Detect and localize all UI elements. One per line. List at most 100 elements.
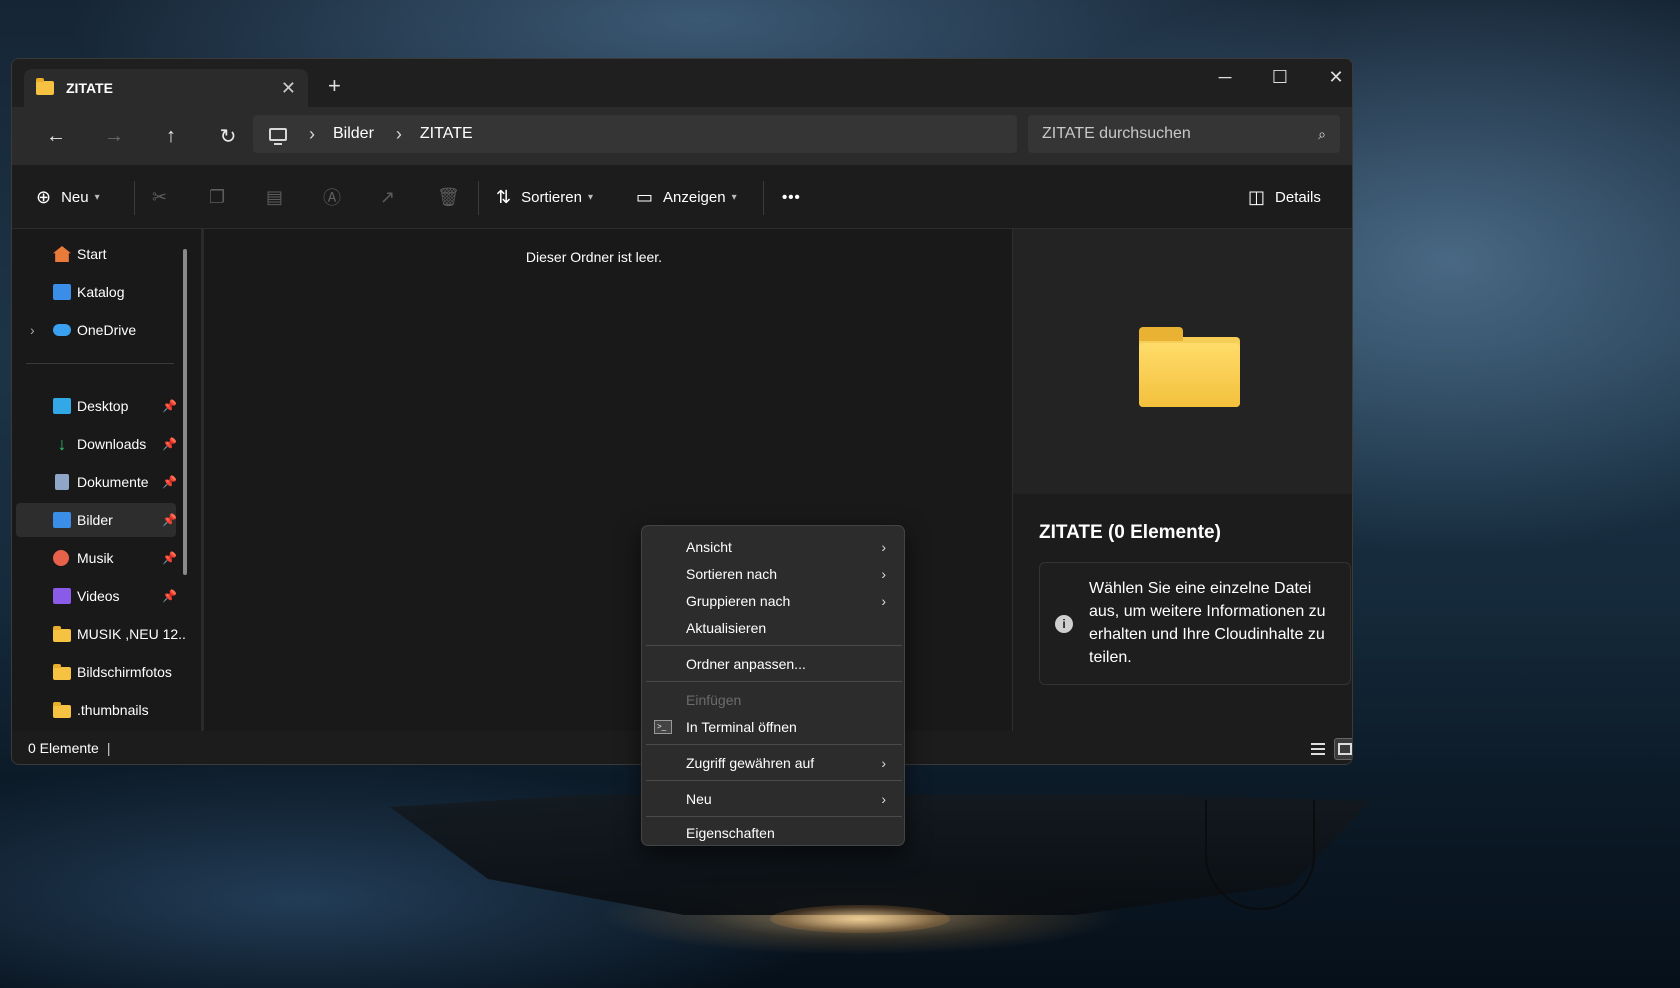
menu-item-neu[interactable]: Neu › bbox=[646, 785, 900, 812]
search-input[interactable]: ZITATE durchsuchen ⌕ bbox=[1028, 115, 1340, 153]
pin-icon: 📌 bbox=[162, 437, 177, 451]
sidebar-item-bilder[interactable]: Bilder 📌 bbox=[16, 503, 177, 537]
menu-item-label: Aktualisieren bbox=[686, 619, 767, 636]
more-options-button[interactable]: ••• bbox=[782, 181, 801, 213]
sidebar-item-katalog[interactable]: Katalog bbox=[16, 275, 176, 309]
desktop-icon bbox=[53, 398, 71, 414]
sidebar-item-desktop[interactable]: Desktop 📌 bbox=[16, 389, 177, 423]
menu-divider bbox=[646, 681, 902, 682]
chevron-down-icon: ▾ bbox=[94, 191, 100, 203]
context-menu: Ansicht › Sortieren nach › Gruppieren na… bbox=[641, 525, 905, 846]
sort-button[interactable]: ⇅ Sortieren ▾ bbox=[496, 181, 593, 213]
toolbar-divider bbox=[134, 181, 135, 215]
sidebar-scrollbar[interactable] bbox=[183, 249, 187, 575]
menu-divider bbox=[646, 645, 902, 646]
folder-icon bbox=[53, 664, 71, 680]
sidebar-item-label: .thumbnails bbox=[77, 702, 149, 718]
breadcrumb-separator[interactable]: › bbox=[396, 124, 402, 145]
menu-divider bbox=[646, 744, 902, 745]
background-glow bbox=[770, 905, 950, 933]
close-button[interactable]: ✕ bbox=[1316, 67, 1352, 88]
menu-item-aktualisieren[interactable]: Aktualisieren bbox=[646, 614, 900, 641]
menu-divider bbox=[646, 816, 902, 817]
share-icon[interactable]: ↗ bbox=[380, 181, 395, 213]
sidebar-item-label: Desktop bbox=[77, 398, 129, 414]
tab-close-icon[interactable]: ✕ bbox=[281, 78, 296, 99]
tab-zitate[interactable]: ZITATE ✕ bbox=[24, 69, 308, 107]
toolbar-divider bbox=[763, 181, 764, 215]
menu-item-label: Ansicht bbox=[686, 538, 732, 555]
view-icon: ▭ bbox=[636, 186, 654, 207]
folder-icon bbox=[36, 78, 54, 95]
chevron-right-icon: › bbox=[881, 538, 886, 555]
gallery-icon bbox=[53, 284, 71, 300]
expand-chevron-icon[interactable]: › bbox=[30, 322, 35, 338]
sidebar-item-label: OneDrive bbox=[77, 322, 137, 338]
computer-icon[interactable] bbox=[269, 127, 287, 145]
sidebar-item-label: Dokumente bbox=[77, 474, 149, 490]
menu-item-terminal[interactable]: >_ In Terminal öffnen bbox=[646, 713, 900, 740]
forward-button[interactable]: → bbox=[96, 120, 132, 152]
menu-item-einfuegen[interactable]: Einfügen bbox=[646, 686, 900, 713]
sidebar-item-label: Musik bbox=[77, 550, 114, 566]
sidebar-divider bbox=[26, 363, 174, 364]
chevron-right-icon: › bbox=[881, 790, 886, 807]
chevron-right-icon: › bbox=[881, 592, 886, 609]
pin-icon: 📌 bbox=[162, 589, 177, 603]
sidebar-item-label: Bilder bbox=[77, 512, 113, 528]
copy-icon[interactable]: ❐ bbox=[209, 181, 225, 213]
breadcrumb-bilder[interactable]: Bilder bbox=[333, 125, 374, 143]
menu-item-ansicht[interactable]: Ansicht › bbox=[646, 533, 900, 560]
search-placeholder: ZITATE durchsuchen bbox=[1042, 125, 1191, 142]
sidebar-item-start[interactable]: Start bbox=[16, 237, 176, 271]
sidebar-item-label: Videos bbox=[77, 588, 120, 604]
new-tab-button[interactable]: + bbox=[328, 73, 341, 99]
toolbar-divider bbox=[478, 181, 479, 215]
menu-item-gruppieren-nach[interactable]: Gruppieren nach › bbox=[646, 587, 900, 614]
breadcrumb-separator[interactable]: › bbox=[309, 124, 315, 145]
pin-icon: 📌 bbox=[162, 551, 177, 565]
menu-item-zugriff[interactable]: Zugriff gewähren auf › bbox=[646, 749, 900, 776]
menu-item-eigenschaften[interactable]: Eigenschaften bbox=[646, 819, 900, 846]
sidebar-item-videos[interactable]: Videos 📌 bbox=[16, 579, 177, 613]
navigation-bar: ← → ↑ ↻ › Bilder › ZITATE ZITATE durchsu… bbox=[12, 107, 1352, 165]
info-card: i Wählen Sie eine einzelne Datei aus, um… bbox=[1039, 562, 1351, 685]
address-bar[interactable]: › Bilder › ZITATE bbox=[253, 115, 1017, 153]
minimize-button[interactable]: ─ bbox=[1205, 67, 1245, 88]
menu-divider bbox=[646, 780, 902, 781]
cloud-icon bbox=[53, 324, 71, 336]
sidebar-item-thumbnails[interactable]: .thumbnails bbox=[16, 693, 176, 727]
menu-item-ordner-anpassen[interactable]: Ordner anpassen... bbox=[646, 650, 900, 677]
sidebar-item-onedrive[interactable]: › OneDrive bbox=[16, 313, 176, 347]
up-button[interactable]: ↑ bbox=[153, 120, 189, 152]
sidebar-item-dokumente[interactable]: Dokumente 📌 bbox=[16, 465, 177, 499]
menu-item-label: Eigenschaften bbox=[686, 824, 775, 841]
rename-icon[interactable]: Ⓐ bbox=[323, 181, 341, 213]
view-button[interactable]: ▭ Anzeigen ▾ bbox=[636, 181, 737, 213]
details-pane: ZITATE (0 Elemente) i Wählen Sie eine ei… bbox=[1012, 229, 1352, 731]
item-count: 0 Elemente | bbox=[28, 740, 110, 756]
search-icon: ⌕ bbox=[1318, 125, 1326, 142]
chevron-down-icon: ▾ bbox=[587, 191, 593, 203]
sidebar-item-label: Downloads bbox=[77, 436, 147, 452]
details-button[interactable]: ◫ Details bbox=[1248, 181, 1321, 213]
sidebar-item-musik[interactable]: Musik 📌 bbox=[16, 541, 177, 575]
details-view-button[interactable] bbox=[1307, 738, 1329, 760]
refresh-button[interactable]: ↻ bbox=[210, 120, 246, 152]
menu-item-sortieren-nach[interactable]: Sortieren nach › bbox=[646, 560, 900, 587]
sidebar-item-downloads[interactable]: ↓ Downloads 📌 bbox=[16, 427, 177, 461]
delete-icon[interactable]: 🗑 bbox=[437, 181, 460, 213]
pin-icon: 📌 bbox=[162, 475, 177, 489]
new-label: Neu bbox=[61, 188, 89, 206]
tiles-view-button[interactable] bbox=[1334, 738, 1352, 760]
breadcrumb-zitate[interactable]: ZITATE bbox=[420, 125, 473, 143]
sidebar-item-bildschirmfotos[interactable]: Bildschirmfotos bbox=[16, 655, 176, 689]
terminal-icon: >_ bbox=[654, 719, 672, 734]
paste-icon[interactable]: ▤ bbox=[266, 181, 283, 213]
chevron-right-icon: › bbox=[881, 565, 886, 582]
sidebar-item-musik-neu[interactable]: MUSIK ,NEU 12.. bbox=[16, 617, 186, 651]
new-button[interactable]: ⊕ Neu ▾ bbox=[36, 181, 100, 213]
back-button[interactable]: ← bbox=[38, 120, 74, 152]
cut-icon[interactable]: ✂ bbox=[152, 181, 167, 213]
maximize-button[interactable]: ☐ bbox=[1260, 67, 1300, 88]
